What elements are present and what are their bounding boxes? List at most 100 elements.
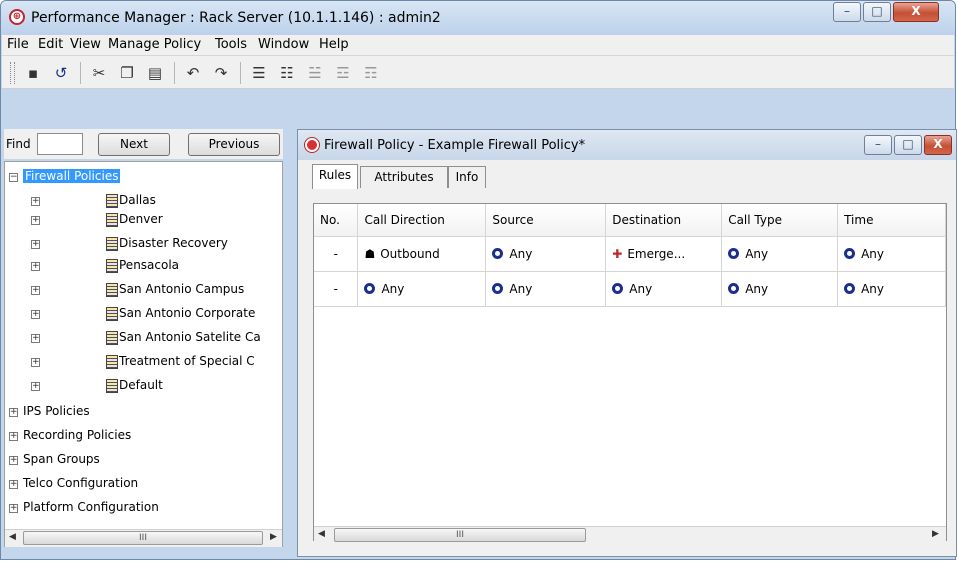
table-cell[interactable]: Any — [721, 271, 839, 307]
column-header[interactable]: Call Type — [721, 204, 839, 237]
any-icon — [844, 248, 856, 259]
menu-file[interactable]: File — [7, 37, 29, 52]
toolbar-separator — [80, 62, 81, 84]
window-title: Performance Manager : Rack Server (10.1.… — [31, 10, 441, 26]
policy-document-icon — [106, 213, 118, 227]
table-row[interactable]: - ☗ Outbound Any ✚ Emerge... Any Any — [314, 236, 946, 272]
move-rule-down-icon[interactable]: ☲ — [334, 64, 352, 82]
redo-icon[interactable]: ↷ — [212, 64, 230, 82]
table-cell[interactable]: - — [314, 236, 359, 272]
tree-item-platform-configuration[interactable]: Platform Configuration — [23, 500, 159, 514]
column-header[interactable]: Time — [837, 204, 946, 237]
table-cell[interactable]: ☗ Outbound — [357, 236, 487, 272]
expand-icon[interactable]: + — [31, 358, 40, 367]
column-header[interactable]: No. — [314, 204, 359, 237]
frame-close-button[interactable]: X — [924, 135, 952, 155]
menu-tools[interactable]: Tools — [215, 37, 247, 52]
table-cell[interactable]: Any — [605, 271, 723, 307]
table-cell[interactable]: Any — [721, 236, 839, 272]
column-header[interactable]: Source — [485, 204, 607, 237]
any-icon — [492, 248, 504, 259]
tree-item-pensacola[interactable]: Pensacola — [119, 258, 179, 272]
menu-help[interactable]: Help — [319, 37, 349, 52]
table-cell[interactable]: Any — [485, 236, 607, 272]
expand-icon[interactable]: + — [9, 432, 18, 441]
frame-title-bar: Firewall Policy - Example Firewall Polic… — [298, 130, 956, 160]
scroll-right-arrow-icon[interactable]: ▶ — [270, 532, 277, 542]
tree-item-recording-policies[interactable]: Recording Policies — [23, 428, 131, 442]
frame-restore-button[interactable]: □ — [894, 135, 922, 155]
collapse-icon[interactable]: − — [9, 173, 18, 182]
save-icon[interactable]: ▪ — [24, 64, 42, 82]
copy-icon[interactable]: ❐ — [118, 64, 136, 82]
expand-icon[interactable]: + — [31, 382, 40, 391]
expand-icon[interactable]: + — [9, 456, 18, 465]
scroll-thumb[interactable]: III — [23, 531, 263, 545]
insert-rule-icon[interactable]: ☷ — [278, 64, 296, 82]
column-header[interactable]: Destination — [605, 204, 723, 237]
tree-item-treatment-of-special[interactable]: Treatment of Special C — [119, 354, 255, 368]
expand-icon[interactable]: + — [9, 408, 18, 417]
undo-icon[interactable]: ↶ — [184, 64, 202, 82]
menu-view[interactable]: View — [70, 37, 101, 52]
table-cell[interactable]: Any — [837, 271, 946, 307]
any-icon — [492, 283, 504, 294]
tree-item-default[interactable]: Default — [119, 378, 163, 392]
cell-text: Outbound — [380, 247, 440, 261]
scroll-thumb[interactable]: III — [334, 528, 586, 542]
menu-edit[interactable]: Edit — [38, 37, 63, 52]
move-rule-up-icon[interactable]: ☱ — [306, 64, 324, 82]
column-header[interactable]: Call Direction — [357, 204, 487, 237]
tree-item-dallas[interactable]: Dallas — [119, 193, 156, 207]
any-icon — [612, 283, 624, 294]
expand-icon[interactable]: + — [31, 286, 40, 295]
table-cell[interactable]: - — [314, 271, 359, 307]
expand-icon[interactable]: + — [31, 262, 40, 271]
paste-icon[interactable]: ▤ — [146, 64, 164, 82]
cut-icon[interactable]: ✂ — [90, 64, 108, 82]
previous-button[interactable]: Previous — [188, 133, 280, 156]
expand-icon[interactable]: + — [9, 504, 18, 513]
add-rule-icon[interactable]: ☰ — [250, 64, 268, 82]
menu-manage-policy[interactable]: Manage Policy — [108, 37, 201, 52]
table-row[interactable]: - Any Any Any Any Any — [314, 271, 946, 307]
expand-icon[interactable]: + — [31, 240, 40, 249]
expand-icon[interactable]: + — [9, 480, 18, 489]
tree-item-span-groups[interactable]: Span Groups — [23, 452, 100, 466]
tree-item-san-antonio-satelite[interactable]: San Antonio Satelite Ca — [119, 330, 261, 344]
expand-icon[interactable]: + — [31, 334, 40, 343]
table-horizontal-scrollbar[interactable]: ◀ III ▶ — [314, 526, 946, 544]
tree-item-san-antonio-campus[interactable]: San Antonio Campus — [119, 282, 244, 296]
expand-icon[interactable]: + — [31, 216, 40, 225]
undo-changes-icon[interactable]: ↺ — [52, 64, 70, 82]
delete-rule-icon[interactable]: ☶ — [362, 64, 380, 82]
table-cell[interactable]: ✚ Emerge... — [605, 236, 723, 272]
next-button[interactable]: Next — [98, 133, 170, 156]
tree-item-denver[interactable]: Denver — [119, 212, 163, 226]
expand-icon[interactable]: + — [31, 197, 40, 206]
expand-icon[interactable]: + — [31, 310, 40, 319]
scroll-left-arrow-icon[interactable]: ◀ — [9, 532, 16, 542]
tree-root-firewall-policies[interactable]: Firewall Policies — [23, 169, 121, 183]
table-cell[interactable]: Any — [485, 271, 607, 307]
tab-rules[interactable]: Rules — [312, 164, 358, 189]
table-cell[interactable]: Any — [357, 271, 487, 307]
minimize-button[interactable]: – — [833, 2, 861, 22]
policy-document-icon — [106, 237, 118, 251]
tab-info[interactable]: Info — [448, 166, 486, 188]
tab-attributes[interactable]: Attributes — [360, 166, 448, 188]
tree-item-telco-configuration[interactable]: Telco Configuration — [23, 476, 138, 490]
tree-horizontal-scrollbar[interactable]: ◀ III ▶ — [5, 529, 282, 547]
menu-window[interactable]: Window — [258, 37, 309, 52]
find-input[interactable] — [37, 133, 83, 155]
frame-minimize-button[interactable]: – — [864, 135, 892, 155]
maximize-button[interactable]: □ — [863, 2, 891, 22]
scroll-right-arrow-icon[interactable]: ▶ — [932, 529, 939, 539]
scroll-left-arrow-icon[interactable]: ◀ — [318, 529, 325, 539]
policy-document-icon — [106, 194, 118, 208]
tree-item-disaster-recovery[interactable]: Disaster Recovery — [119, 236, 228, 250]
tree-item-san-antonio-corporate[interactable]: San Antonio Corporate — [119, 306, 255, 320]
table-cell[interactable]: Any — [837, 236, 946, 272]
tree-item-ips-policies[interactable]: IPS Policies — [23, 404, 90, 418]
close-button[interactable]: X — [893, 2, 939, 22]
